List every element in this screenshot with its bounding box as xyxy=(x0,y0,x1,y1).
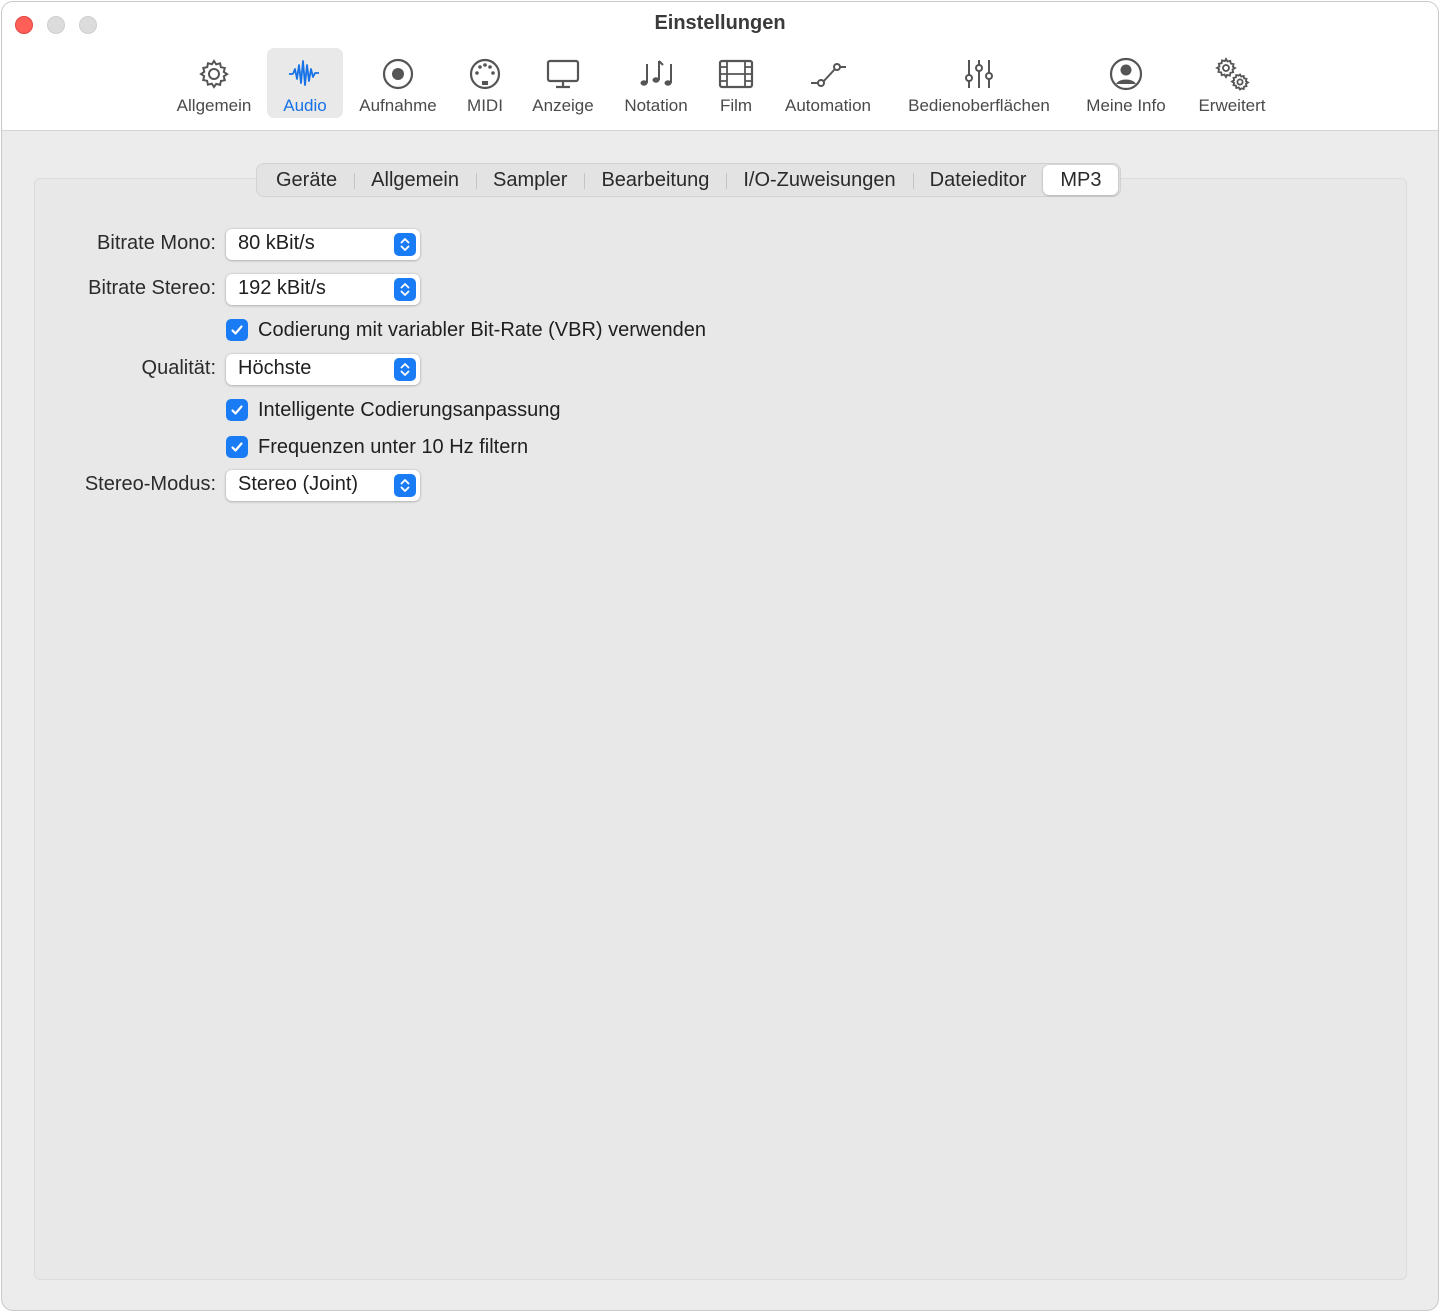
vbr-label: Codierung mit variabler Bit-Rate (VBR) v… xyxy=(258,318,706,341)
tab-sampler[interactable]: Sampler xyxy=(475,165,584,195)
bitrate-mono-label: Bitrate Mono: xyxy=(97,232,216,254)
quality-label: Qualität: xyxy=(141,357,216,379)
title-bar: Einstellungen Allgemein Audio Aufnahme M xyxy=(2,2,1438,131)
stereo-mode-label: Stereo-Modus: xyxy=(84,473,216,495)
smart-encoding-checkbox-row[interactable]: Intelligente Codierungsanpassung xyxy=(226,398,560,422)
window-title: Einstellungen xyxy=(654,12,786,34)
checkmark-icon xyxy=(231,442,243,452)
smart-encoding-checkbox[interactable] xyxy=(226,399,248,421)
bitrate-mono-popup[interactable]: 80 kBit/s xyxy=(226,229,420,260)
toolbar-label: Meine Info xyxy=(1086,96,1166,115)
quality-popup[interactable]: Höchste xyxy=(226,354,420,385)
tab-allgemein[interactable]: Allgemein xyxy=(354,165,476,195)
bitrate-stereo-label: Bitrate Stereo: xyxy=(88,277,216,299)
toolbar-item-bedienoberflaechen[interactable]: Bedienoberflächen xyxy=(895,48,1063,118)
toolbar-item-automation[interactable]: Automation xyxy=(775,48,881,118)
toolbar-label: Allgemein xyxy=(176,96,252,115)
popup-value: Höchste xyxy=(238,357,312,379)
music-notes-icon xyxy=(636,54,676,94)
popup-value: 80 kBit/s xyxy=(238,232,315,254)
smart-encoding-label: Intelligente Codierungsanpassung xyxy=(258,398,561,421)
bitrate-stereo-popup[interactable]: 192 kBit/s xyxy=(226,274,420,305)
toolbar-label: Aufnahme xyxy=(359,96,437,115)
toolbar-label: Bedienoberflächen xyxy=(908,96,1050,115)
preferences-window: Einstellungen Allgemein Audio Aufnahme M xyxy=(1,1,1439,1311)
toolbar-item-allgemein[interactable]: Allgemein xyxy=(169,48,259,118)
toolbar-label: Automation xyxy=(785,96,871,115)
checkmark-icon xyxy=(231,325,243,335)
tab-bearbeitung[interactable]: Bearbeitung xyxy=(584,165,726,195)
waveform-icon xyxy=(285,54,325,94)
gears-icon xyxy=(1212,54,1252,94)
film-icon xyxy=(716,54,756,94)
tab-mp3[interactable]: MP3 xyxy=(1043,165,1119,195)
toolbar-item-meine-info[interactable]: Meine Info xyxy=(1077,48,1175,118)
toolbar-label: Audio xyxy=(283,96,327,115)
toolbar-item-notation[interactable]: Notation xyxy=(614,48,698,118)
toolbar-label: Erweitert xyxy=(1198,96,1266,115)
sliders-icon xyxy=(959,54,999,94)
vbr-checkbox-row[interactable]: Codierung mit variabler Bit-Rate (VBR) v… xyxy=(226,318,706,342)
chevron-updown-icon xyxy=(394,233,416,256)
toolbar-item-anzeige[interactable]: Anzeige xyxy=(524,48,602,118)
popup-value: Stereo (Joint) xyxy=(238,473,359,495)
segmented-tab-bar: Geräte Allgemein Sampler Bearbeitung I/O… xyxy=(256,163,1122,197)
chevron-updown-icon xyxy=(394,474,416,497)
toolbar-label: MIDI xyxy=(467,96,503,115)
toolbar-item-midi[interactable]: MIDI xyxy=(457,48,513,118)
toolbar-label: Film xyxy=(719,96,753,115)
toolbar-item-audio[interactable]: Audio xyxy=(267,48,343,118)
toolbar-label: Anzeige xyxy=(532,96,594,115)
tab-geraete[interactable]: Geräte xyxy=(259,165,354,195)
vbr-checkbox[interactable] xyxy=(226,319,248,341)
toolbar-item-erweitert[interactable]: Erweitert xyxy=(1188,48,1276,118)
filter-10hz-checkbox-row[interactable]: Frequenzen unter 10 Hz filtern xyxy=(226,435,528,459)
gear-icon xyxy=(194,54,234,94)
tab-dateieditor[interactable]: Dateieditor xyxy=(912,165,1044,195)
automation-icon xyxy=(808,54,848,94)
toolbar-label: Notation xyxy=(624,96,688,115)
record-icon xyxy=(378,54,418,94)
popup-value: 192 kBit/s xyxy=(238,277,326,299)
toolbar-item-film[interactable]: Film xyxy=(710,48,762,118)
tab-io-zuweisungen[interactable]: I/O-Zuweisungen xyxy=(726,165,912,195)
filter-10hz-checkbox[interactable] xyxy=(226,436,248,458)
display-icon xyxy=(543,54,583,94)
filter-10hz-label: Frequenzen unter 10 Hz filtern xyxy=(258,435,529,458)
midi-plug-icon xyxy=(465,54,505,94)
chevron-updown-icon xyxy=(394,358,416,381)
toolbar-item-aufnahme[interactable]: Aufnahme xyxy=(352,48,444,118)
person-icon xyxy=(1106,54,1146,94)
chevron-updown-icon xyxy=(394,278,416,301)
checkmark-icon xyxy=(231,405,243,415)
stereo-mode-popup[interactable]: Stereo (Joint) xyxy=(226,470,420,501)
content-panel xyxy=(34,178,1407,1280)
